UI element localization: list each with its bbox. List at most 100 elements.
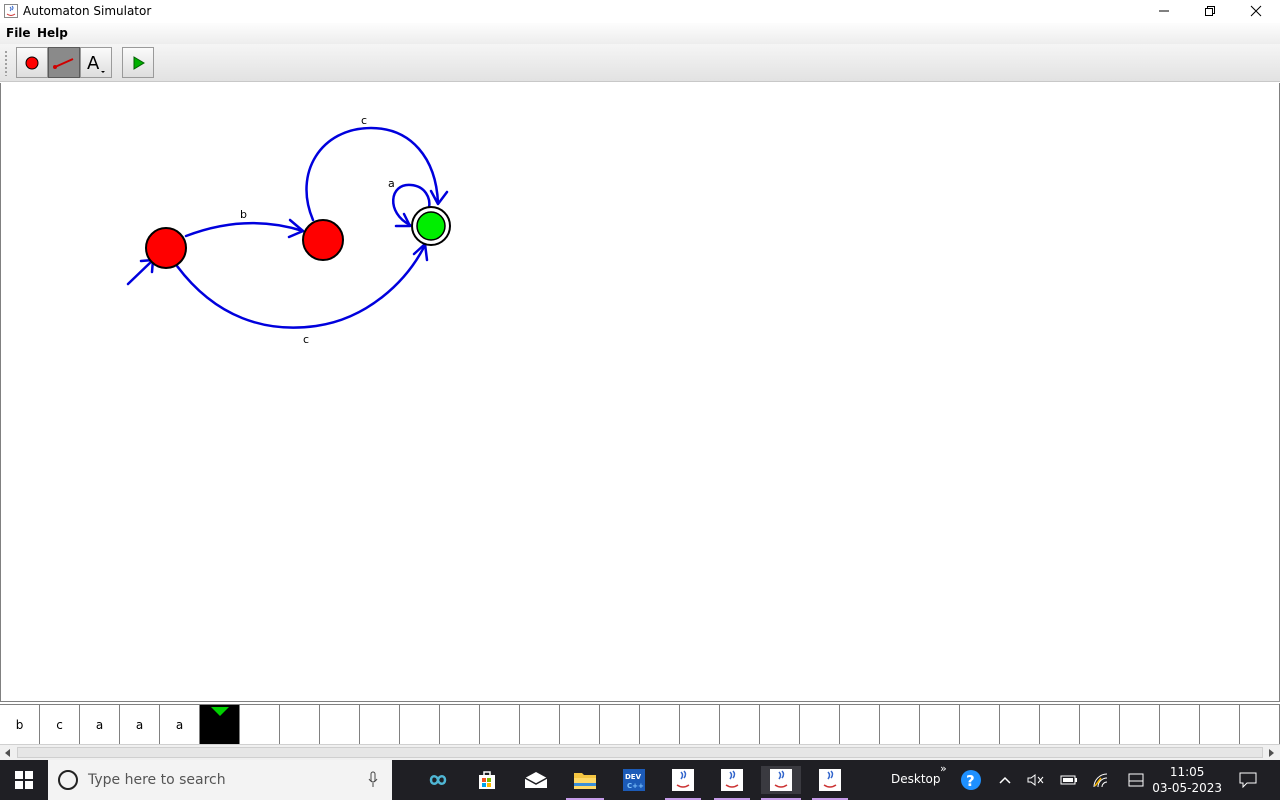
tape-cell[interactable] — [360, 705, 400, 744]
play-icon — [133, 55, 145, 70]
file-explorer-icon[interactable] — [565, 766, 605, 794]
java-app-icon-3[interactable] — [761, 766, 801, 794]
tape-cell[interactable] — [520, 705, 560, 744]
initial-arrow[interactable] — [126, 258, 155, 286]
tape-cell[interactable]: b — [0, 705, 40, 744]
menu-bar: File Help — [0, 23, 1280, 44]
clock-time: 11:05 — [1169, 765, 1205, 779]
arrow-line-icon — [53, 57, 74, 69]
toolbar-grip[interactable] — [4, 50, 8, 76]
tape-cell[interactable] — [320, 705, 360, 744]
tape-cell[interactable]: a — [120, 705, 160, 744]
start-button[interactable] — [0, 760, 48, 800]
tape-cell[interactable] — [280, 705, 320, 744]
add-transition-button[interactable] — [48, 47, 80, 78]
store-icon[interactable] — [467, 766, 507, 794]
automaton-canvas[interactable]: b c a c — [0, 83, 1280, 702]
taskbar-search-box[interactable]: Type here to search — [48, 760, 392, 800]
automaton-diagram[interactable]: b c a c — [1, 83, 1279, 701]
svg-text:C++: C++ — [627, 782, 644, 790]
tape-cell[interactable] — [680, 705, 720, 744]
chevron-right-icon — [1269, 749, 1274, 757]
java-app-icon-2[interactable] — [712, 766, 752, 794]
tape-scrollbar[interactable] — [0, 744, 1280, 760]
input-tape: bcaaa — [0, 704, 1280, 744]
tape-cell[interactable] — [560, 705, 600, 744]
tape-cell[interactable] — [600, 705, 640, 744]
tape-cell[interactable] — [1160, 705, 1200, 744]
tape-cell[interactable] — [1120, 705, 1160, 744]
java-app-icon-1[interactable] — [663, 766, 703, 794]
input-indicator-icon[interactable] — [1116, 766, 1156, 794]
tape-cell[interactable] — [920, 705, 960, 744]
transition-label-c-upper: c — [361, 114, 367, 127]
tape-cell[interactable] — [1200, 705, 1240, 744]
desktop-toolbar-expand-icon[interactable]: » — [940, 762, 947, 775]
title-bar: Automaton Simulator — [0, 0, 1280, 23]
tape-head-marker-icon — [211, 707, 229, 716]
tape-cell[interactable] — [800, 705, 840, 744]
minimize-button[interactable] — [1141, 0, 1187, 22]
state-q1[interactable] — [302, 219, 344, 261]
tape-cell[interactable] — [720, 705, 760, 744]
tape-cell[interactable] — [1040, 705, 1080, 744]
red-circle-icon — [25, 56, 39, 69]
tape-cell[interactable]: a — [160, 705, 200, 744]
chevron-left-icon — [5, 749, 10, 757]
tape-cell[interactable] — [640, 705, 680, 744]
cortana-circle-icon — [58, 770, 78, 790]
tape-cell[interactable] — [1080, 705, 1120, 744]
scroll-right-button[interactable] — [1263, 745, 1279, 761]
infinity-app-icon[interactable] — [418, 766, 458, 794]
search-placeholder: Type here to search — [88, 772, 226, 788]
tape-cell-head[interactable] — [200, 705, 240, 744]
windows-taskbar: Type here to search DEV C++ Desktop » ? … — [0, 760, 1280, 800]
desktop-toolbar-label[interactable]: Desktop — [891, 772, 941, 786]
minimize-icon — [1159, 10, 1169, 12]
dev-cpp-icon[interactable]: DEV C++ — [614, 766, 654, 794]
tape-cell[interactable]: a — [80, 705, 120, 744]
transition-q1-q2[interactable] — [305, 126, 440, 222]
transition-q1-q2-head — [429, 189, 449, 206]
tape-cells: bcaaa — [0, 705, 1280, 744]
clock-date: 03-05-2023 — [1152, 781, 1222, 795]
tape-cell[interactable] — [480, 705, 520, 744]
automaton-simulator-window: Automaton Simulator File Help A b c a c … — [0, 0, 1280, 800]
close-button[interactable] — [1233, 0, 1279, 22]
scrollbar-thumb[interactable] — [17, 747, 1263, 758]
tape-cell[interactable] — [880, 705, 920, 744]
menu-file[interactable]: File — [6, 26, 31, 40]
transition-label-b: b — [240, 208, 247, 221]
add-label-button[interactable]: A — [80, 47, 112, 78]
scroll-left-button[interactable] — [0, 745, 16, 761]
restore-button[interactable] — [1187, 0, 1233, 22]
transition-q0-q1[interactable] — [184, 221, 305, 238]
svg-text:?: ? — [966, 772, 975, 790]
taskbar-clock[interactable]: 11:05 03-05-2023 — [1152, 764, 1222, 796]
microphone-icon[interactable] — [368, 771, 378, 789]
tape-cell[interactable] — [960, 705, 1000, 744]
tape-cell[interactable] — [1000, 705, 1040, 744]
restore-icon — [1205, 6, 1215, 16]
java-app-icon-4[interactable] — [810, 766, 850, 794]
window-title: Automaton Simulator — [23, 4, 152, 18]
state-q0[interactable] — [145, 227, 187, 269]
state-q2[interactable] — [416, 211, 446, 241]
add-state-button[interactable] — [16, 47, 48, 78]
java-app-icon — [4, 4, 18, 18]
tape-cell[interactable] — [840, 705, 880, 744]
transition-label-a: a — [388, 177, 395, 190]
transition-q0-q2[interactable] — [175, 243, 427, 329]
tape-cell[interactable] — [440, 705, 480, 744]
network-icon[interactable] — [1081, 766, 1121, 794]
windows-logo-icon — [15, 771, 33, 789]
tape-cell[interactable] — [1240, 705, 1280, 744]
notifications-icon[interactable] — [1228, 766, 1268, 794]
tape-cell[interactable]: c — [40, 705, 80, 744]
tape-cell[interactable] — [240, 705, 280, 744]
run-button[interactable] — [122, 47, 154, 78]
menu-help[interactable]: Help — [37, 26, 68, 40]
tape-cell[interactable] — [400, 705, 440, 744]
mail-icon[interactable] — [516, 766, 556, 794]
tape-cell[interactable] — [760, 705, 800, 744]
